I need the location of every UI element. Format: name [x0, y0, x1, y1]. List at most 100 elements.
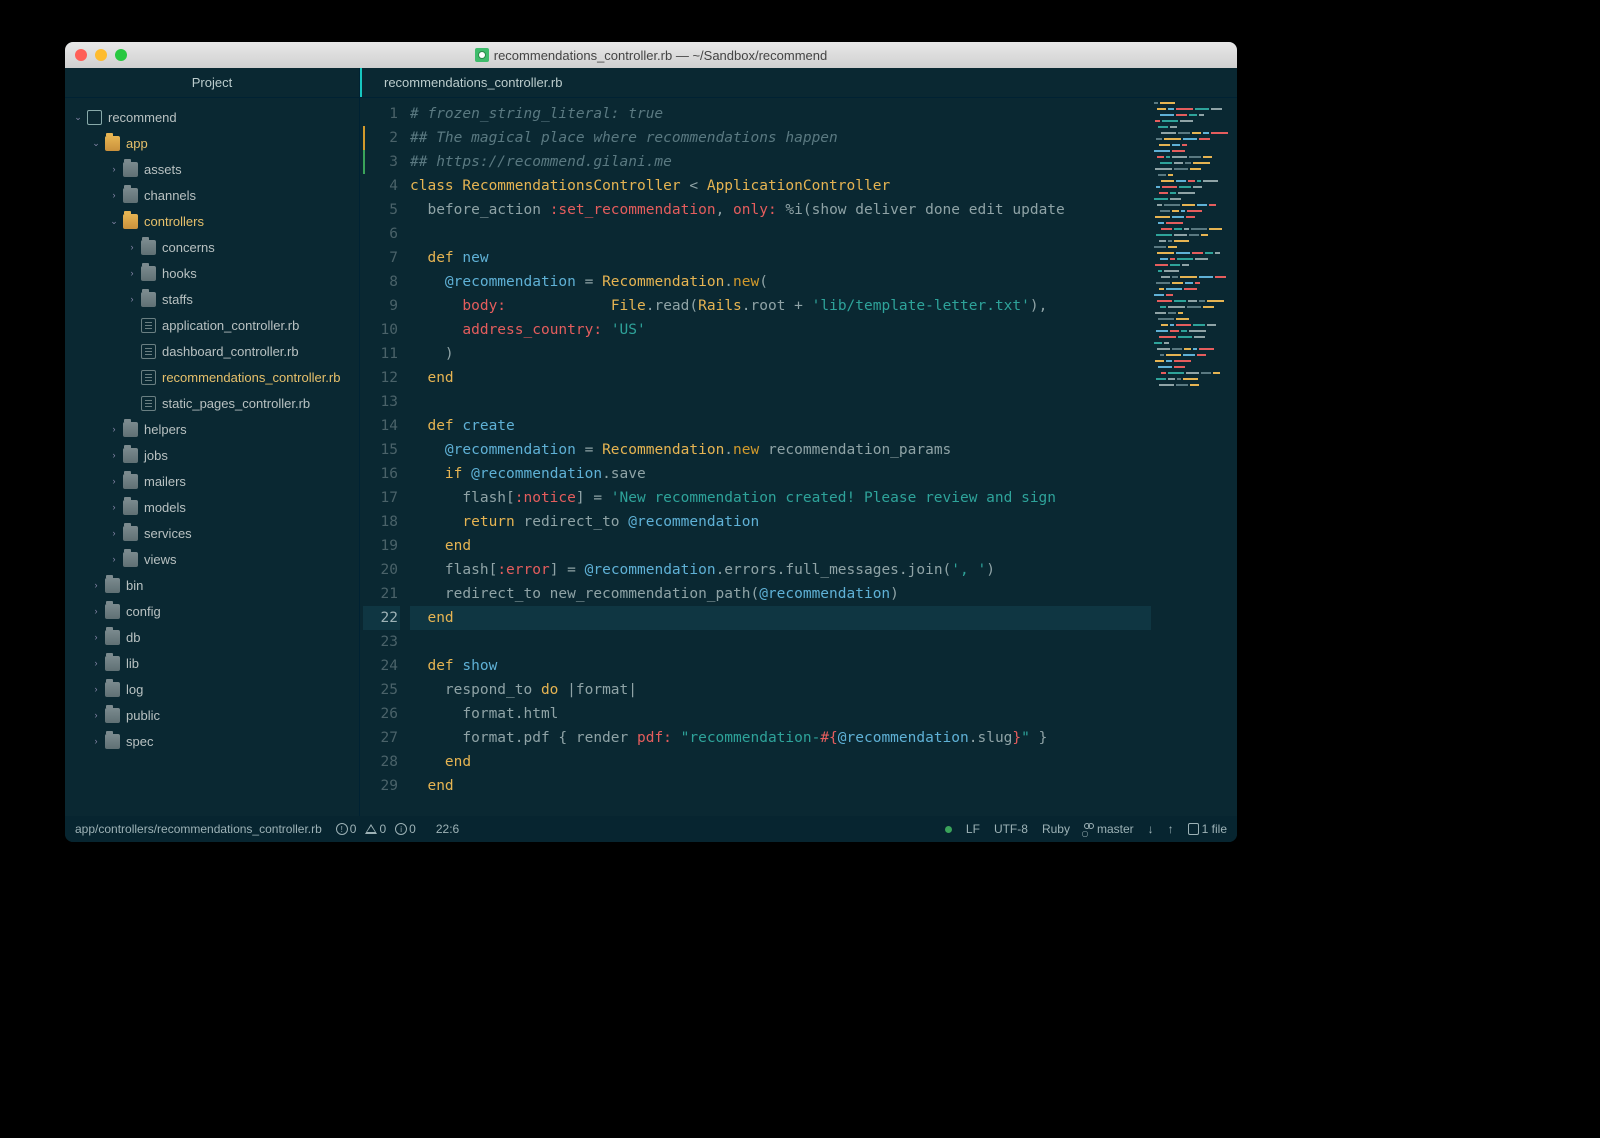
tree-item[interactable]: ›config [65, 598, 359, 624]
code-line[interactable]: return redirect_to @recommendation [410, 510, 1151, 534]
chevron-right-icon[interactable]: › [91, 632, 101, 642]
chevron-down-icon[interactable]: ⌄ [109, 216, 119, 227]
tree-item[interactable]: static_pages_controller.rb [65, 390, 359, 416]
tree-item[interactable]: application_controller.rb [65, 312, 359, 338]
minimap[interactable] [1151, 98, 1237, 816]
tree-item[interactable]: ›hooks [65, 260, 359, 286]
code-line[interactable] [410, 222, 1151, 246]
code-line[interactable]: flash[:notice] = 'New recommendation cre… [410, 486, 1151, 510]
chevron-right-icon[interactable]: › [127, 242, 137, 252]
chevron-right-icon[interactable]: › [109, 476, 119, 486]
code-line[interactable]: end [410, 750, 1151, 774]
code-line[interactable]: end [410, 366, 1151, 390]
code-line[interactable]: ## https://recommend.gilani.me [410, 150, 1151, 174]
chevron-right-icon[interactable]: › [91, 684, 101, 694]
tree-item[interactable]: recommendations_controller.rb [65, 364, 359, 390]
code-line[interactable] [410, 630, 1151, 654]
chevron-right-icon[interactable]: › [91, 736, 101, 746]
minimap-line [1154, 258, 1234, 261]
code-line[interactable]: respond_to do |format| [410, 678, 1151, 702]
code-line[interactable]: class RecommendationsController < Applic… [410, 174, 1151, 198]
code-editor[interactable]: 1234567891011121314151617181920212223242… [360, 98, 1237, 816]
code-line[interactable]: end [410, 774, 1151, 798]
minimap-line [1154, 348, 1234, 351]
chevron-right-icon[interactable]: › [109, 190, 119, 200]
chevron-right-icon[interactable]: › [91, 580, 101, 590]
tree-item[interactable]: ⌄app [65, 130, 359, 156]
code-line[interactable]: def new [410, 246, 1151, 270]
editor-tab[interactable]: recommendations_controller.rb [360, 68, 584, 97]
code-line[interactable]: def create [410, 414, 1151, 438]
cursor-position[interactable]: 22:6 [436, 822, 459, 836]
code-line[interactable]: ## The magical place where recommendatio… [410, 126, 1151, 150]
git-pull-icon[interactable]: ↓ [1148, 822, 1154, 836]
status-path[interactable]: app/controllers/recommendations_controll… [75, 822, 322, 836]
code-line[interactable]: format.html [410, 702, 1151, 726]
chevron-right-icon[interactable]: › [109, 450, 119, 460]
tree-item[interactable]: ⌄ controllers [65, 208, 359, 234]
close-window-button[interactable] [75, 49, 87, 61]
code-line[interactable]: body: File.read(Rails.root + 'lib/templa… [410, 294, 1151, 318]
code-line[interactable]: # frozen_string_literal: true [410, 102, 1151, 126]
code-line[interactable]: redirect_to new_recommendation_path(@rec… [410, 582, 1151, 606]
chevron-down-icon[interactable]: ⌄ [91, 138, 101, 149]
tree-item[interactable]: ›spec [65, 728, 359, 754]
minimize-window-button[interactable] [95, 49, 107, 61]
code-line[interactable]: end [410, 534, 1151, 558]
chevron-right-icon[interactable]: › [109, 424, 119, 434]
code-line[interactable]: @recommendation = Recommendation.new( [410, 270, 1151, 294]
code-line[interactable]: before_action :set_recommendation, only:… [410, 198, 1151, 222]
chevron-right-icon[interactable]: › [91, 658, 101, 668]
tree-item[interactable]: ›mailers [65, 468, 359, 494]
chevron-right-icon[interactable]: › [127, 268, 137, 278]
code-line[interactable]: format.pdf { render pdf: "recommendation… [410, 726, 1151, 750]
tree-item[interactable]: ›jobs [65, 442, 359, 468]
tree-item[interactable]: ›log [65, 676, 359, 702]
code-line[interactable]: address_country: 'US' [410, 318, 1151, 342]
tree-item[interactable]: ›models [65, 494, 359, 520]
chevron-right-icon[interactable]: › [91, 710, 101, 720]
chevron-right-icon[interactable]: › [109, 528, 119, 538]
code-line[interactable]: @recommendation = Recommendation.new rec… [410, 438, 1151, 462]
changed-files[interactable]: 1 file [1188, 822, 1227, 836]
code-line[interactable]: flash[:error] = @recommendation.errors.f… [410, 558, 1151, 582]
chevron-right-icon[interactable]: › [109, 164, 119, 174]
diagnostics[interactable]: !0 0 i0 [336, 822, 422, 836]
line-ending[interactable]: LF [966, 822, 980, 836]
git-branch[interactable]: master [1084, 822, 1134, 836]
code-line[interactable] [410, 390, 1151, 414]
git-push-icon[interactable]: ↑ [1168, 822, 1174, 836]
tree-item[interactable]: ›concerns [65, 234, 359, 260]
tree-item[interactable]: ›public [65, 702, 359, 728]
tree-item[interactable]: ⌄recommend [65, 104, 359, 130]
tree-item[interactable]: ›staffs [65, 286, 359, 312]
tree-item[interactable]: ›db [65, 624, 359, 650]
tree-item-label: controllers [144, 214, 204, 229]
tree-item[interactable]: dashboard_controller.rb [65, 338, 359, 364]
chevron-right-icon[interactable]: › [127, 294, 137, 304]
tree-item[interactable]: ›views [65, 546, 359, 572]
tree-item[interactable]: ›bin [65, 572, 359, 598]
tree-item[interactable]: ›channels [65, 182, 359, 208]
code-line[interactable]: end [410, 606, 1151, 630]
minimap-line [1154, 192, 1234, 195]
chevron-right-icon[interactable]: › [91, 606, 101, 616]
code-area[interactable]: # frozen_string_literal: true## The magi… [406, 98, 1151, 816]
tree-item[interactable]: ›lib [65, 650, 359, 676]
project-tree[interactable]: ⌄recommend⌄app›assets›channels ⌄ controlle… [65, 98, 360, 816]
project-panel-header[interactable]: Project [65, 68, 360, 97]
code-line[interactable]: ) [410, 342, 1151, 366]
chevron-down-icon[interactable]: ⌄ [73, 112, 83, 123]
line-number: 18 [363, 510, 400, 534]
file-icon [1188, 823, 1199, 835]
zoom-window-button[interactable] [115, 49, 127, 61]
chevron-right-icon[interactable]: › [109, 502, 119, 512]
tree-item[interactable]: ›helpers [65, 416, 359, 442]
code-line[interactable]: def show [410, 654, 1151, 678]
encoding[interactable]: UTF-8 [994, 822, 1028, 836]
tree-item[interactable]: ›services [65, 520, 359, 546]
chevron-right-icon[interactable]: › [109, 554, 119, 564]
language-mode[interactable]: Ruby [1042, 822, 1070, 836]
tree-item[interactable]: ›assets [65, 156, 359, 182]
code-line[interactable]: if @recommendation.save [410, 462, 1151, 486]
